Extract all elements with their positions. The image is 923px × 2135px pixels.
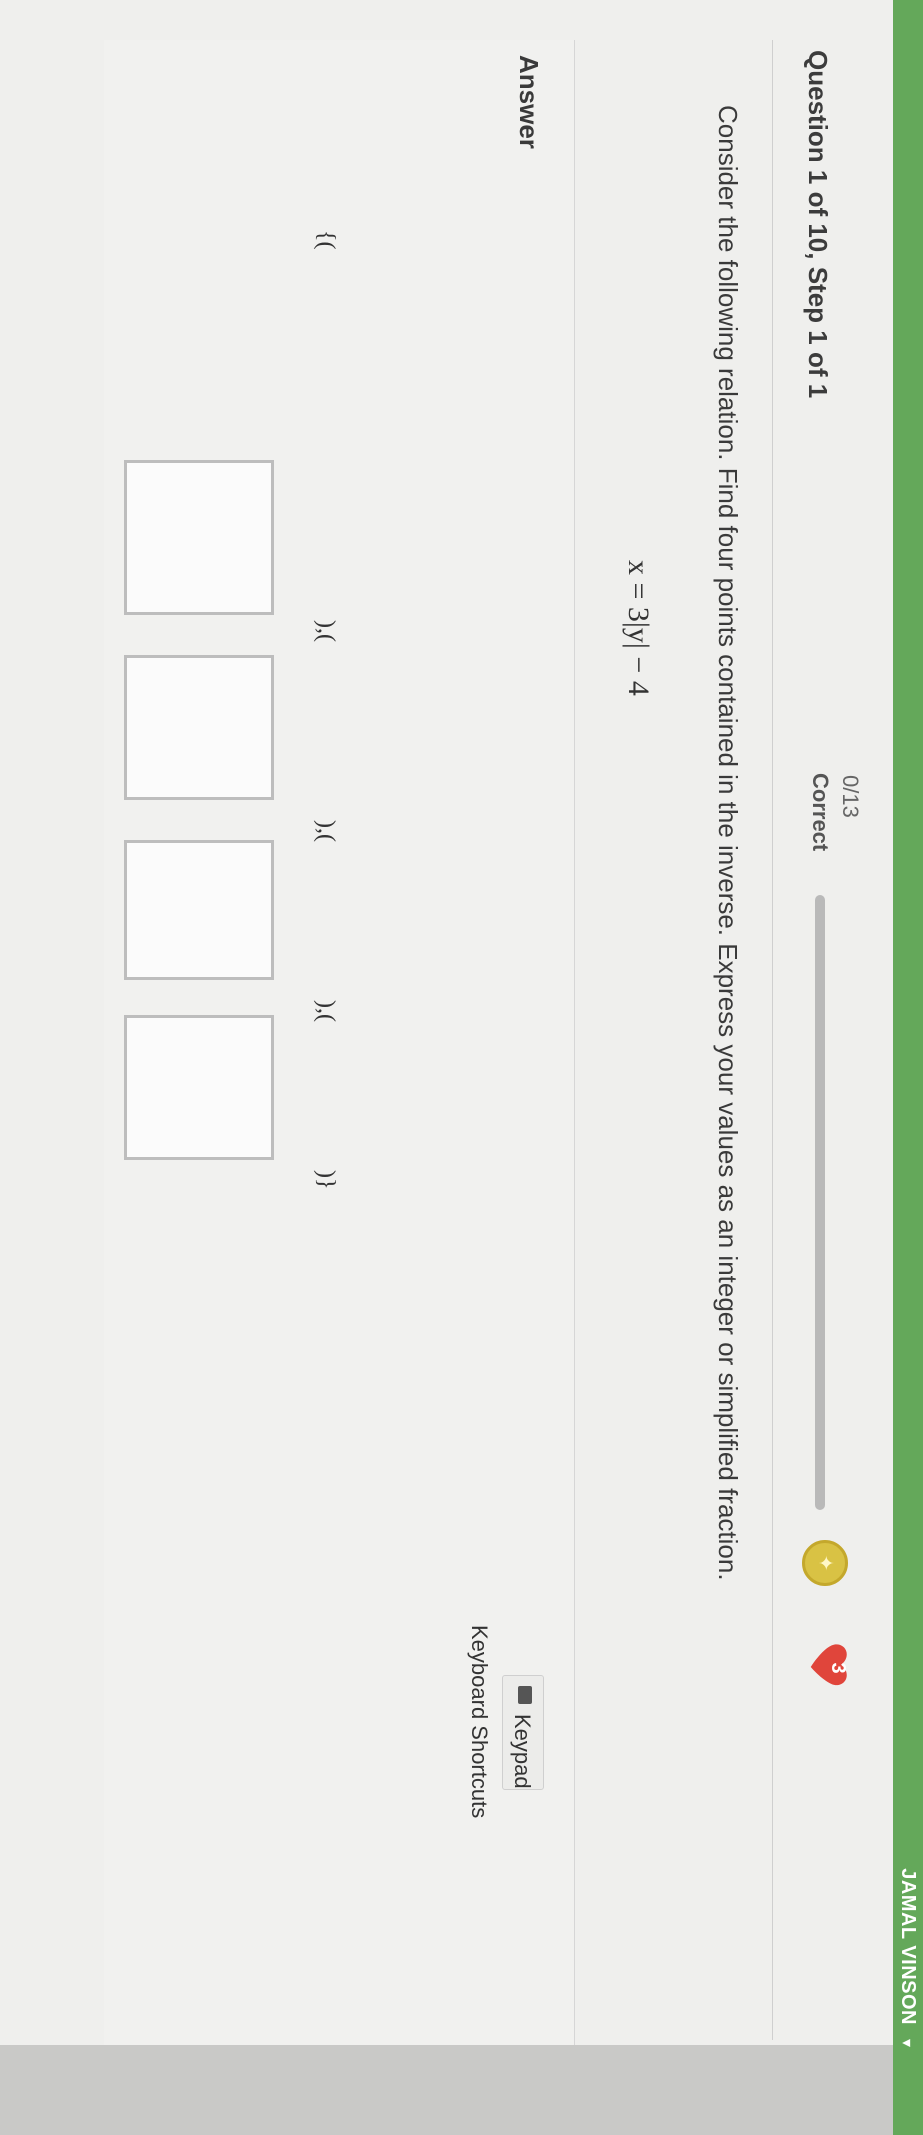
separator-text-2: ),( — [313, 820, 339, 842]
keypad-button[interactable]: Keypad — [502, 1675, 544, 1790]
username-menu[interactable]: JAMAL VINSON — [896, 1868, 919, 2025]
answer-input-2[interactable] — [124, 655, 274, 800]
app-window: JAMAL VINSON ▾ Question 1 of 10, Step 1 … — [0, 0, 923, 2135]
progress-bar — [815, 895, 825, 1510]
question-instructions: Consider the following relation. Find fo… — [713, 105, 743, 1581]
keypad-icon — [518, 1686, 532, 1704]
keyboard-shortcuts-link[interactable]: Keyboard Shortcuts — [466, 1625, 492, 1818]
separator-text-1: ),( — [313, 620, 339, 642]
separator-text-3: ),( — [313, 1000, 339, 1022]
question-page: Question 1 of 10, Step 1 of 1 0/13 Corre… — [0, 0, 893, 2135]
answer-label: Answer — [514, 55, 544, 149]
lives-count: 3 — [827, 1662, 849, 1674]
score-count: 0/13 — [838, 775, 863, 818]
top-bar: JAMAL VINSON ▾ — [893, 0, 923, 2135]
answer-section: Answer {( ),( ),( ),( )} Keypad Keyboard… — [104, 40, 575, 2070]
score-label: Correct — [808, 773, 833, 852]
set-close-text: )} — [313, 1170, 339, 1190]
question-header: Question 1 of 10, Step 1 of 1 — [803, 50, 833, 399]
set-open-text: {( — [313, 230, 339, 250]
keypad-label: Keypad — [510, 1714, 535, 1789]
chevron-down-icon[interactable]: ▾ — [897, 2039, 917, 2047]
divider — [772, 40, 773, 2040]
side-panel — [0, 2045, 893, 2135]
answer-input-1[interactable] — [124, 460, 274, 615]
coin-icon: ✦ — [802, 1540, 848, 1586]
answer-input-4[interactable] — [124, 1015, 274, 1160]
answer-input-3[interactable] — [124, 840, 274, 980]
relation-equation: x = 3|y| − 4 — [622, 560, 655, 696]
